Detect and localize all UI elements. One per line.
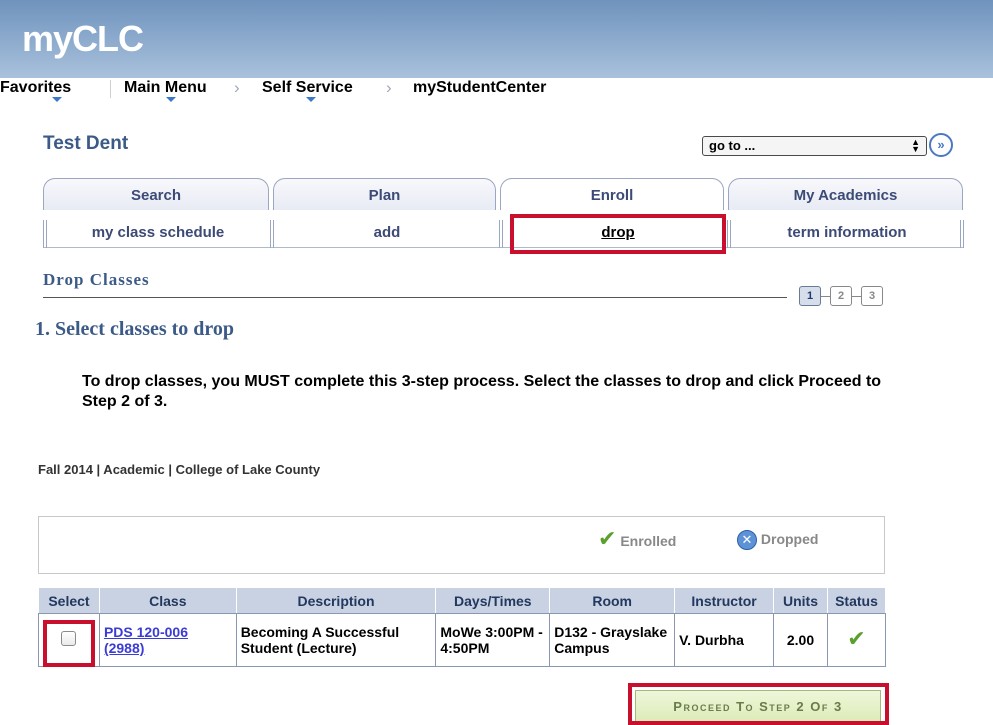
step-indicator-1: 1 [799, 286, 821, 306]
step-connector [852, 296, 861, 297]
x-circle-icon: ✕ [737, 530, 757, 550]
column-header: Description [235, 587, 437, 614]
subtab-divider [960, 220, 964, 248]
column-header: Instructor [674, 587, 775, 614]
nav-divider [110, 80, 111, 98]
nav-my-student-center[interactable]: myStudentCenter [413, 78, 546, 98]
highlight-proceed-button [628, 683, 889, 725]
app-logo: myCLC [22, 18, 144, 59]
column-header: Days/Times [435, 587, 551, 614]
highlight-select-checkbox [43, 620, 95, 667]
check-icon: ✔ [598, 526, 617, 551]
chevron-right-icon: › [234, 78, 240, 97]
legend-enrolled: ✔ Enrolled [598, 526, 677, 551]
subtab-divider [727, 220, 731, 248]
header-banner: myCLC [0, 0, 993, 78]
subtab-divider [499, 220, 503, 248]
classes-table: Select Class Description Days/Times Room… [38, 587, 887, 667]
column-header: Status [826, 587, 887, 614]
step-indicator-2: 2 [830, 286, 852, 306]
dropdown-arrow-icon[interactable] [166, 97, 176, 102]
subtab-add[interactable]: add [277, 218, 497, 248]
dropdown-arrow-icon[interactable] [306, 97, 316, 102]
nav-favorites[interactable]: Favorites [0, 78, 71, 98]
instructions-text: To drop classes, you MUST complete this … [82, 373, 882, 410]
goto-select[interactable]: go to ... ▲ ▼ [702, 136, 927, 156]
tab-my-academics[interactable]: My Academics [728, 178, 963, 210]
column-header: Units [773, 587, 828, 614]
step-indicator-3: 3 [861, 286, 883, 306]
legend-dropped: ✕ Dropped [737, 529, 818, 550]
student-name: Test Dent [43, 133, 129, 154]
highlight-drop-tab [510, 214, 726, 254]
status-cell: ✔ [826, 613, 887, 667]
subtab-divider [43, 220, 47, 248]
tab-enroll[interactable]: Enroll [500, 178, 724, 210]
dropdown-arrow-icon[interactable] [52, 97, 62, 102]
column-header: Select [38, 587, 100, 614]
class-number-link[interactable]: (2988) [104, 640, 144, 656]
class-cell: PDS 120-006 (2988) [98, 613, 237, 667]
legend-enrolled-label: Enrolled [620, 533, 677, 549]
units-cell: 2.00 [773, 613, 828, 667]
subtab-divider [270, 220, 274, 248]
section-divider [43, 297, 787, 298]
nav-bar: Favorites Main Menu › Self Service › myS… [0, 78, 993, 102]
enrolled-check-icon: ✔ [847, 626, 866, 651]
goto-button[interactable]: » [929, 133, 953, 157]
days-times-cell: MoWe 3:00PM - 4:50PM [435, 613, 551, 667]
step-connector [821, 296, 830, 297]
double-chevron-right-icon: » [937, 137, 945, 152]
section-title: Drop Classes [43, 270, 150, 289]
tab-plan[interactable]: Plan [273, 178, 496, 210]
column-header: Class [98, 587, 237, 614]
page-subtitle: 1. Select classes to drop [35, 318, 235, 340]
description-cell: Becoming A Successful Student (Lecture) [235, 613, 437, 667]
term-info: Fall 2014 | Academic | College of Lake C… [38, 462, 321, 477]
tab-search[interactable]: Search [43, 178, 269, 210]
legend-dropped-label: Dropped [760, 531, 819, 547]
table-row: PDS 120-006 (2988) Becoming A Successful… [38, 613, 887, 667]
subtab-my-class-schedule[interactable]: my class schedule [50, 218, 266, 248]
instructor-cell: V. Durbha [674, 613, 775, 667]
column-header: Room [549, 587, 676, 614]
room-cell: D132 - Grayslake Campus [549, 613, 676, 667]
nav-self-service[interactable]: Self Service [262, 78, 353, 98]
chevron-right-icon: › [386, 78, 392, 97]
goto-select-value: go to ... [709, 138, 756, 153]
subtab-term-information[interactable]: term information [734, 218, 960, 248]
table-header-row: Select Class Description Days/Times Room… [38, 587, 887, 614]
class-link[interactable]: PDS 120-006 [104, 624, 188, 640]
nav-main-menu[interactable]: Main Menu [124, 78, 207, 98]
select-arrows-icon: ▲ ▼ [911, 137, 920, 154]
